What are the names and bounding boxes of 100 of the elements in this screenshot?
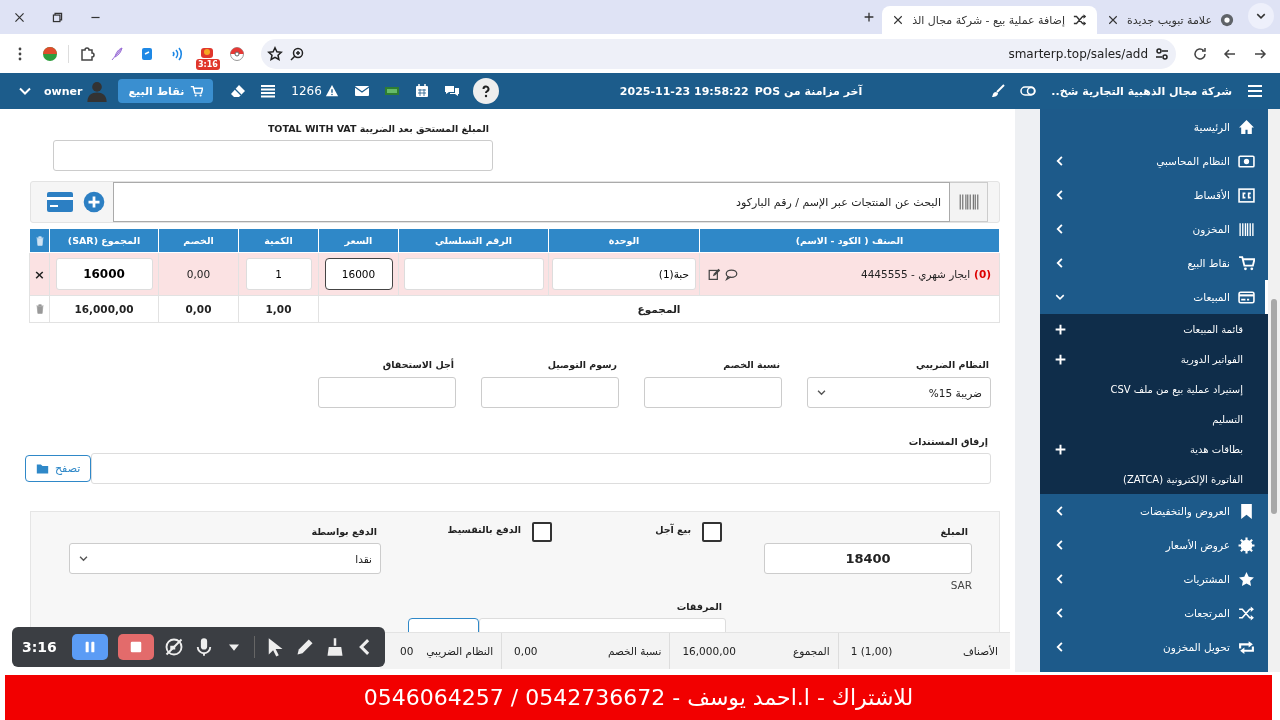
stop-icon[interactable] xyxy=(129,640,143,654)
submenu-item[interactable]: قائمة المبيعات xyxy=(1040,314,1268,344)
file-field[interactable] xyxy=(91,453,991,484)
menu-item-icon xyxy=(1238,220,1255,238)
menu-item-icon xyxy=(1238,570,1255,588)
calendar-icon[interactable] xyxy=(413,83,430,99)
checkbox[interactable] xyxy=(702,522,722,542)
extension-icon[interactable] xyxy=(42,45,58,62)
mail-icon[interactable] xyxy=(353,83,370,99)
sync-label: آخر مزامنة من POS xyxy=(754,84,863,98)
warning-icon[interactable] xyxy=(324,84,339,98)
select-field[interactable]: ضريبة 15% xyxy=(807,377,991,408)
sidebar-item[interactable]: الأقساط xyxy=(1040,178,1268,212)
reload-icon[interactable] xyxy=(1192,45,1208,62)
input-field[interactable] xyxy=(403,258,544,290)
eraser-icon[interactable] xyxy=(230,83,247,99)
select-field[interactable]: نقدا xyxy=(69,543,381,574)
menu-item-icon xyxy=(1238,118,1255,136)
ball-icon[interactable] xyxy=(229,45,245,62)
sidebar-item[interactable]: الرئيسية xyxy=(1040,110,1268,144)
sidebar-item[interactable]: النظام المحاسبي xyxy=(1040,144,1268,178)
broom-icon[interactable] xyxy=(325,637,345,657)
column-header: المجموع (SAR) xyxy=(49,228,159,253)
total-label: النظام الضريبي xyxy=(426,645,494,657)
field-label: النظام الضريبي xyxy=(915,359,989,370)
search-field[interactable]: البحث عن المنتجات عبر الإسم / رقم الباركود xyxy=(113,182,950,222)
checkbox[interactable] xyxy=(532,522,552,542)
close-tab-icon[interactable] xyxy=(1107,14,1119,26)
plus-icon xyxy=(1054,442,1067,456)
column-header: الكمية xyxy=(238,228,319,253)
field-label: المبلغ xyxy=(939,526,968,537)
browser-tab[interactable]: إضافة عملية بيع - شركة مجال الذ xyxy=(882,6,1097,34)
barcode-button[interactable] xyxy=(950,182,988,222)
help-button[interactable] xyxy=(472,78,499,104)
menu-item-icon xyxy=(1238,604,1255,622)
menu-icon[interactable] xyxy=(1247,83,1263,99)
input-field[interactable]: 16000 xyxy=(55,258,153,290)
chevron-left-icon xyxy=(1054,573,1066,585)
add-icon[interactable] xyxy=(83,191,105,213)
trash-icon[interactable] xyxy=(34,303,45,315)
input-field[interactable]: 16000 xyxy=(324,258,393,290)
pause-button[interactable] xyxy=(72,634,108,660)
close-tab-icon[interactable] xyxy=(892,14,905,26)
card-icon[interactable] xyxy=(45,190,75,214)
submenu-item[interactable]: إستيراد عملية بيع من ملف CSV xyxy=(1040,374,1268,404)
caret-icon xyxy=(816,387,827,398)
table-cell: 0,00 xyxy=(158,252,239,296)
input-field[interactable]: حبة(1) xyxy=(552,258,696,290)
company-name: شركة مجال الذهبية التجارية شخ.. xyxy=(1051,84,1232,98)
submenu-item[interactable]: التسليم xyxy=(1040,404,1268,434)
input-field[interactable] xyxy=(644,377,782,408)
browser-tab[interactable]: علامة تبويب جديدة xyxy=(1097,6,1244,34)
input-field[interactable]: 1 xyxy=(245,258,312,290)
chat-icon[interactable] xyxy=(443,83,460,99)
remove-button[interactable]: × xyxy=(29,252,50,296)
stop-button[interactable] xyxy=(118,634,154,660)
input-field[interactable]: 18400 xyxy=(764,543,972,574)
item-name: ايجار شهري - 4445555 xyxy=(860,268,971,280)
sidebar-item[interactable]: العروض والتخفيضات xyxy=(1040,494,1268,528)
sidebar-item[interactable]: نقاط البيع xyxy=(1040,246,1268,280)
microphone-icon[interactable] xyxy=(194,637,214,657)
pen-icon[interactable] xyxy=(295,637,315,657)
input-field[interactable] xyxy=(53,140,493,171)
sidebar-item[interactable]: عروض الأسعار xyxy=(1040,528,1268,562)
comment-icon[interactable] xyxy=(725,267,738,281)
input-field[interactable] xyxy=(481,377,619,408)
chevron-left-icon xyxy=(1054,223,1066,235)
user-name[interactable]: owner xyxy=(44,84,83,98)
edit-icon[interactable] xyxy=(708,267,721,281)
list-icon[interactable] xyxy=(260,83,277,99)
camera-off-icon[interactable] xyxy=(164,637,184,657)
restore-icon[interactable] xyxy=(50,10,64,24)
feather-icon[interactable] xyxy=(109,45,125,62)
sidebar-item[interactable]: تحويل المخزون xyxy=(1040,630,1268,664)
input-field[interactable] xyxy=(318,377,456,408)
bookmark-star-icon[interactable] xyxy=(267,45,283,62)
site-settings-icon[interactable] xyxy=(1154,45,1170,62)
brush-icon[interactable] xyxy=(990,83,1007,99)
toggle-icon[interactable] xyxy=(1020,83,1037,99)
browse-button[interactable]: تصفح xyxy=(25,455,92,482)
alert-count[interactable]: 1266 xyxy=(291,84,322,98)
submenu-item[interactable]: الفواتير الدورية xyxy=(1040,344,1268,374)
close-icon[interactable] xyxy=(12,10,26,24)
puzzle-icon[interactable] xyxy=(79,45,95,62)
zoom-icon[interactable] xyxy=(289,45,305,62)
sidebar-item[interactable]: المرتجعات xyxy=(1040,596,1268,630)
tag-icon[interactable] xyxy=(139,45,155,62)
submenu-item[interactable]: الفاتورة الإلكترونية (ZATCA) xyxy=(1040,464,1268,494)
stock-count: (0) xyxy=(974,268,991,280)
submenu-item[interactable]: بطاقات هدية xyxy=(1040,434,1268,464)
address-bar[interactable]: smarterp.top/sales/add xyxy=(261,38,1176,69)
table-cell: 16,000,00 xyxy=(49,295,159,323)
total-label: الأصناف xyxy=(962,645,998,657)
chevron-left-icon xyxy=(1054,641,1066,653)
waves-icon[interactable] xyxy=(169,45,185,62)
table-cell: 1,00 xyxy=(238,295,319,323)
sidebar-item[interactable]: المشتريات xyxy=(1040,562,1268,596)
scrollbar-thumb[interactable] xyxy=(1271,299,1277,514)
total-value: 0,00 xyxy=(514,645,538,657)
sidebar-item[interactable]: المخزون xyxy=(1040,212,1268,246)
